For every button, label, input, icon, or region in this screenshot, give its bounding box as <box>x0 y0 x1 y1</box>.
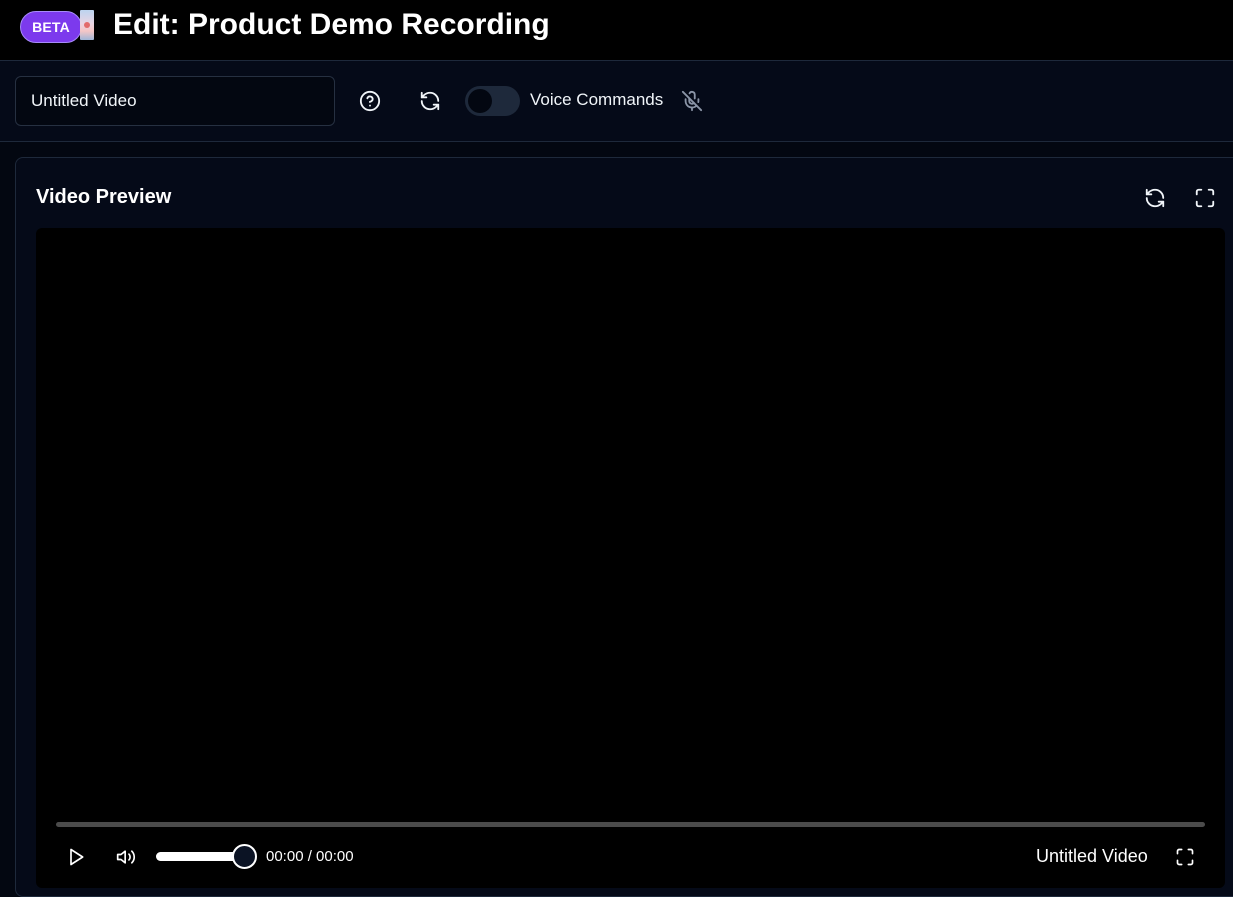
mute-button[interactable] <box>110 841 142 873</box>
toggle-knob <box>468 89 492 113</box>
play-icon <box>70 848 84 866</box>
video-preview-title: Video Preview <box>36 186 172 208</box>
refresh-button[interactable] <box>414 85 446 117</box>
refresh-icon <box>420 91 440 111</box>
voice-commands-label: Voice Commands <box>530 90 664 109</box>
volume-slider-thumb[interactable] <box>231 844 257 869</box>
player-video-name: Untitled Video <box>1036 846 1148 866</box>
preview-fullscreen-button[interactable] <box>1189 182 1221 214</box>
page-title: Edit: Product Demo Recording <box>113 8 550 41</box>
help-button[interactable] <box>354 85 386 117</box>
refresh-icon <box>1145 188 1165 208</box>
maximize-icon <box>1195 188 1215 208</box>
beta-badge: BETA <box>20 11 82 43</box>
seek-bar[interactable] <box>56 822 1205 827</box>
video-player[interactable] <box>36 228 1225 888</box>
video-name-input[interactable] <box>15 76 335 126</box>
help-circle-icon <box>359 90 381 112</box>
video-thumbnail <box>80 10 94 40</box>
player-fullscreen-button[interactable] <box>1169 841 1201 873</box>
mic-off-icon <box>681 90 703 112</box>
time-display: 00:00 / 00:00 <box>266 848 354 865</box>
play-button[interactable] <box>60 841 92 873</box>
voice-commands-toggle[interactable] <box>465 86 520 116</box>
mic-status <box>676 85 708 117</box>
volume-icon <box>116 850 136 864</box>
editor-toolbar: Voice Commands <box>0 61 1233 142</box>
app-header: BETA Edit: Product Demo Recording <box>0 0 1233 61</box>
preview-refresh-button[interactable] <box>1139 182 1171 214</box>
maximize-icon <box>1176 848 1194 866</box>
